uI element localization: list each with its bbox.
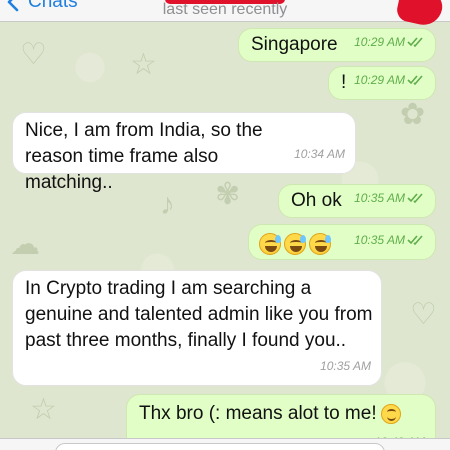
message-text-row: Thx bro (: means alot to me! [139, 401, 401, 427]
message-meta: 10:29 AM [354, 29, 425, 55]
message-text: ! [341, 72, 347, 93]
grinning-sweat-emoji-icon [309, 232, 331, 255]
message-time: 10:35 AM [320, 359, 371, 373]
message-meta: 10:35 AM [354, 227, 425, 253]
emoji-group [259, 231, 334, 257]
double-check-icon [407, 75, 423, 86]
wallpaper-heart-icon: ♡ [410, 298, 437, 331]
contact-status: last seen recently [162, 1, 288, 18]
wallpaper-cloud-icon: ☁ [10, 228, 40, 261]
message-text: Nice, I am from India, so the reason tim… [25, 120, 263, 193]
message-time: 10:34 AM [294, 147, 345, 161]
wallpaper-heart-icon: ♡ [20, 38, 47, 71]
grinning-sweat-emoji-icon [259, 232, 281, 255]
wallpaper-star-icon: ☆ [130, 48, 157, 81]
grinning-sweat-emoji-icon [284, 232, 306, 255]
message-bubble-outgoing[interactable]: Singapore 10:29 AM [238, 28, 436, 62]
message-text: Oh ok [291, 190, 342, 211]
message-time: 10:35 AM [354, 233, 405, 247]
message-text: In Crypto trading I am searching a genui… [25, 278, 373, 351]
smiling-face-emoji-icon [380, 403, 401, 424]
message-time: 10:29 AM [354, 35, 405, 49]
message-time: 10:29 AM [354, 73, 405, 87]
message-time: 10:35 AM [354, 191, 405, 205]
message-text: Singapore [251, 34, 338, 55]
message-input-bar [0, 438, 450, 450]
double-check-icon [407, 235, 423, 246]
message-bubble-incoming[interactable]: In Crypto trading I am searching a genui… [12, 270, 382, 386]
message-meta: 10:29 AM [354, 67, 425, 93]
message-meta: 10:35 AM [354, 185, 425, 211]
message-meta: 10:34 AM [294, 141, 345, 167]
message-bubble-outgoing[interactable]: Oh ok 10:35 AM [278, 184, 436, 218]
message-bubble-incoming[interactable]: Nice, I am from India, so the reason tim… [12, 112, 356, 193]
double-check-icon [407, 193, 423, 204]
wallpaper-star-icon: ☆ [30, 393, 57, 426]
wallpaper-flower-icon: ✿ [400, 98, 426, 131]
message-input[interactable] [55, 443, 385, 450]
message-bubble-outgoing[interactable]: ! 10:29 AM [328, 66, 436, 100]
message-text: Thx bro (: means alot to me! [139, 403, 377, 424]
message-bubble-outgoing[interactable]: 10:35 AM [248, 224, 436, 260]
double-check-icon [407, 37, 423, 48]
message-meta: 10:35 AM [320, 353, 371, 379]
chat-header: Chats last seen recently [0, 0, 450, 29]
